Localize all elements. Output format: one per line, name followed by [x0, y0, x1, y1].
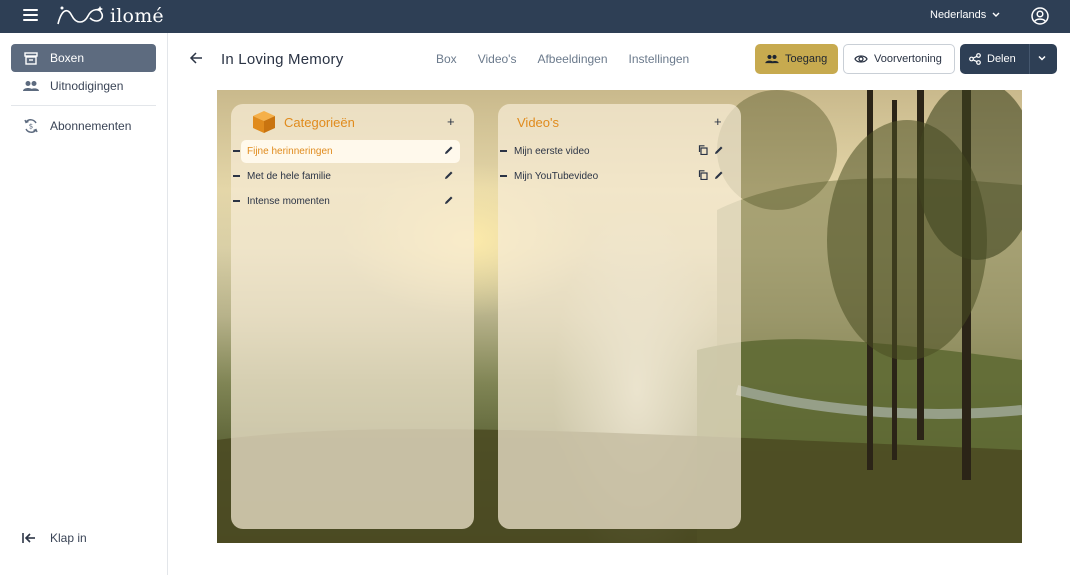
tab-videos[interactable]: Video's	[478, 52, 517, 66]
edit-pencil-icon[interactable]	[444, 170, 454, 180]
box-preview-canvas: Categorieën + Fijne herinneringen Met de…	[217, 90, 1022, 543]
add-category-button[interactable]: +	[447, 114, 455, 129]
access-label: Toegang	[785, 53, 828, 65]
sidebar: Boxen Uitnodigingen $ Abonnementen Klap …	[0, 33, 168, 575]
edit-pencil-icon[interactable]	[444, 145, 454, 155]
tab-afbeeldingen[interactable]: Afbeeldingen	[537, 52, 607, 66]
drag-handle-icon[interactable]	[233, 175, 240, 177]
videos-panel: Video's + Mijn eerste video Mijn YouTube…	[498, 104, 741, 529]
svg-text:$: $	[29, 123, 33, 131]
back-arrow-icon[interactable]	[189, 52, 203, 64]
edit-pencil-icon[interactable]	[444, 195, 454, 205]
access-button[interactable]: Toegang	[755, 44, 838, 74]
copy-icon[interactable]	[698, 145, 708, 155]
share-icon	[969, 53, 981, 65]
add-video-button[interactable]: +	[714, 114, 722, 129]
tab-box[interactable]: Box	[436, 52, 457, 66]
categories-panel: Categorieën + Fijne herinneringen Met de…	[231, 104, 474, 529]
drag-handle-icon[interactable]	[233, 200, 240, 202]
preview-button[interactable]: Voorvertoning	[843, 44, 955, 74]
drag-handle-icon[interactable]	[500, 150, 507, 152]
language-select[interactable]: Nederlands	[930, 9, 1000, 21]
logo-icon	[57, 6, 104, 25]
people-icon	[765, 54, 779, 64]
box-icon	[253, 111, 275, 133]
category-label: Fijne herinneringen	[247, 146, 333, 157]
copy-icon[interactable]	[698, 170, 708, 180]
collapse-button[interactable]: Klap in	[22, 531, 87, 545]
sidebar-divider	[11, 105, 156, 106]
page-title: In Loving Memory	[221, 51, 344, 68]
account-icon[interactable]	[1031, 7, 1049, 25]
menu-icon[interactable]	[23, 9, 38, 23]
share-label: Delen	[987, 53, 1016, 65]
collapse-label: Klap in	[50, 531, 87, 545]
logo[interactable]: ilomé	[54, 4, 164, 28]
category-item[interactable]: Fijne herinneringen	[231, 140, 474, 163]
drag-handle-icon[interactable]	[500, 175, 507, 177]
subscription-icon: $	[23, 118, 39, 134]
brand-name: ilomé	[110, 5, 164, 27]
top-bar: ilomé Nederlands	[0, 0, 1070, 33]
category-label: Intense momenten	[247, 196, 330, 207]
share-divider	[1029, 44, 1030, 74]
chevron-down-icon[interactable]	[1037, 53, 1047, 63]
category-item[interactable]: Intense momenten	[231, 190, 474, 213]
tab-instellingen[interactable]: Instellingen	[629, 52, 690, 66]
video-label: Mijn eerste video	[514, 146, 590, 157]
people-icon	[23, 78, 39, 94]
sidebar-item-abonnementen[interactable]: $ Abonnementen	[11, 112, 156, 140]
edit-pencil-icon[interactable]	[714, 170, 724, 180]
sidebar-item-uitnodigingen[interactable]: Uitnodigingen	[11, 72, 156, 100]
page-header: In Loving Memory Box Video's Afbeeldinge…	[168, 33, 1070, 87]
video-label: Mijn YouTubevideo	[514, 171, 599, 182]
video-item[interactable]: Mijn YouTubevideo	[498, 165, 741, 188]
sidebar-item-label: Abonnementen	[50, 119, 132, 133]
collapse-icon	[22, 533, 35, 543]
archive-icon	[23, 50, 39, 66]
share-button[interactable]: Delen	[960, 44, 1057, 74]
categories-title: Categorieën	[284, 115, 355, 130]
category-item[interactable]: Met de hele familie	[231, 165, 474, 188]
edit-pencil-icon[interactable]	[714, 145, 724, 155]
eye-icon	[854, 55, 868, 63]
video-item[interactable]: Mijn eerste video	[498, 140, 741, 163]
chevron-down-icon	[992, 12, 1000, 17]
sidebar-item-label: Boxen	[50, 51, 85, 65]
category-label: Met de hele familie	[247, 171, 331, 182]
videos-title: Video's	[517, 115, 559, 130]
language-label: Nederlands	[930, 9, 987, 21]
tab-bar: Box Video's Afbeeldingen Instellingen	[436, 52, 710, 66]
preview-label: Voorvertoning	[874, 53, 942, 65]
sidebar-item-boxen[interactable]: Boxen	[11, 44, 156, 72]
sidebar-item-label: Uitnodigingen	[50, 79, 124, 93]
drag-handle-icon[interactable]	[233, 150, 240, 152]
